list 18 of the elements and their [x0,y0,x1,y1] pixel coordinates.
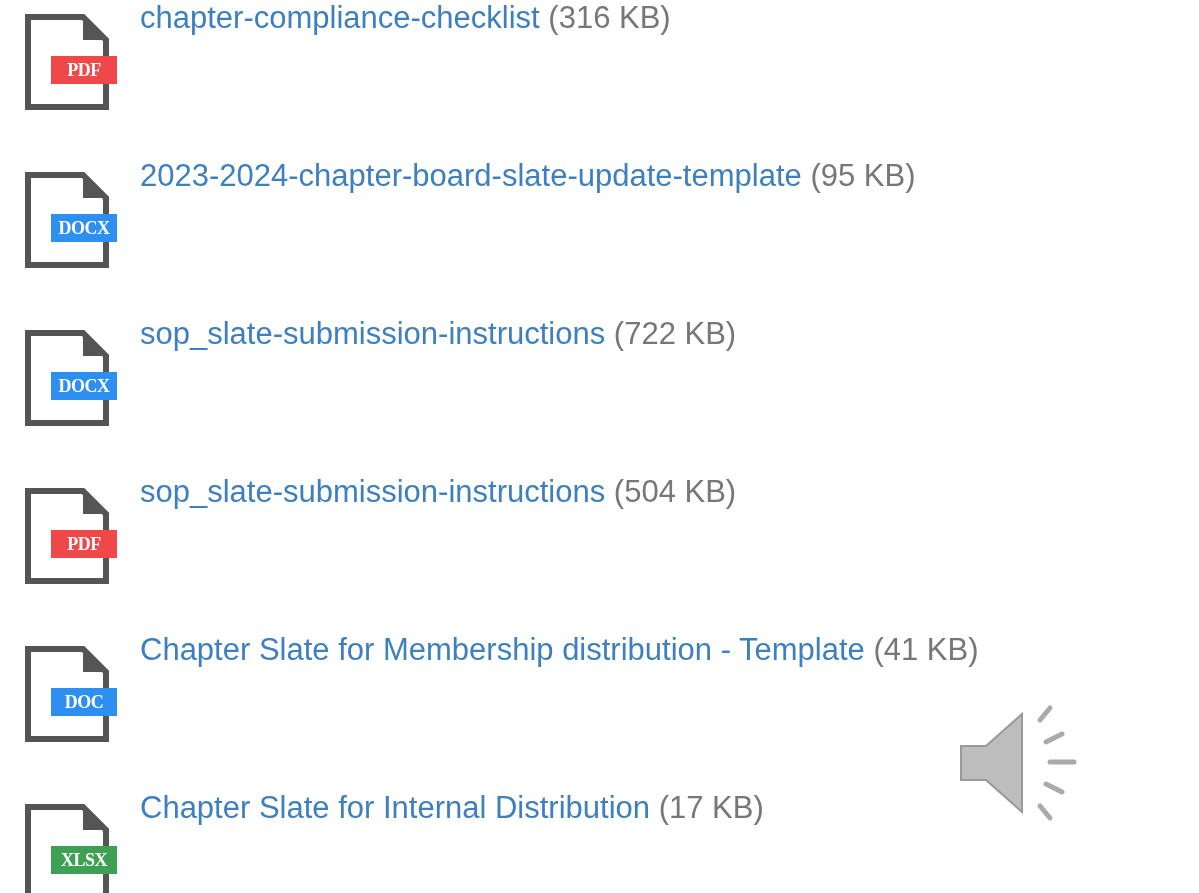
file-link[interactable]: chapter-compliance-checklist [140,0,540,35]
file-link[interactable]: sop_slate-submission-instructions [140,316,606,351]
file-size: (41 KB) [873,632,979,667]
file-size: (316 KB) [548,0,671,35]
file-link[interactable]: 2023-2024-chapter-board-slate-update-template [140,158,802,193]
file-type-badge: DOCX [51,372,117,400]
file-type-badge: DOCX [51,214,117,242]
file-size: (17 KB) [658,790,764,825]
file-size: (504 KB) [613,474,737,509]
file-link[interactable]: Chapter Slate for Internal Distribution [140,790,651,825]
file-link[interactable]: sop_slate-submission-instructions [140,474,606,509]
file-type-badge: PDF [51,530,117,558]
file-size: (722 KB) [613,316,737,351]
file-size: (95 KB) [810,158,916,193]
file-link[interactable]: Chapter Slate for Membership distribution - Template [140,632,865,667]
file-type-badge: PDF [51,56,117,84]
file-type-badge: DOC [51,688,117,716]
file-type-badge: XLSX [51,846,117,874]
